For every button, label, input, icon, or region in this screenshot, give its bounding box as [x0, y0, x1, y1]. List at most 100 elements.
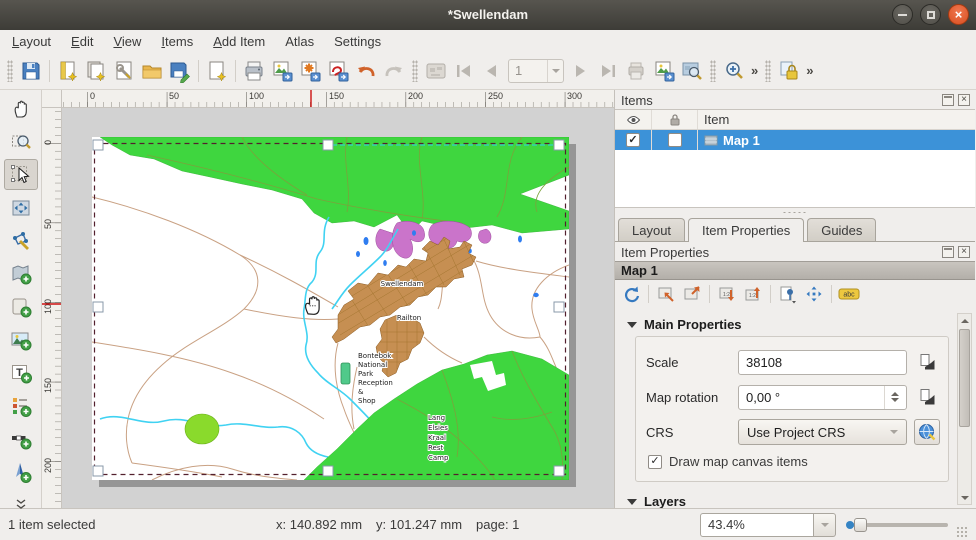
- toolbox-more-chevron[interactable]: [4, 489, 38, 520]
- rotation-data-defined-button[interactable]: [914, 384, 940, 410]
- view-extent-in-canvas-button[interactable]: [680, 282, 704, 306]
- add-legend-tool-button[interactable]: [4, 390, 38, 421]
- select-move-item-tool-button[interactable]: [4, 159, 38, 190]
- toolbar-grip[interactable]: [7, 60, 13, 82]
- handle-bottom-mid[interactable]: [323, 466, 333, 476]
- section-layers[interactable]: Layers: [627, 494, 951, 508]
- menu-layout[interactable]: Layout: [2, 32, 61, 51]
- new-layout-button[interactable]: [54, 57, 82, 85]
- handle-top-mid[interactable]: [323, 140, 333, 150]
- add-north-arrow-tool-button[interactable]: [4, 456, 38, 487]
- print-button[interactable]: [240, 57, 268, 85]
- export-pdf-button[interactable]: [324, 57, 352, 85]
- handle-top-left[interactable]: [93, 140, 103, 150]
- map-item[interactable]: Swellendam Railton Bontebok National Par…: [92, 137, 569, 480]
- zoom-level-dropdown[interactable]: [814, 513, 836, 537]
- lock-layers-button[interactable]: [775, 57, 803, 85]
- previous-feature-button[interactable]: [478, 57, 506, 85]
- dock-splitter[interactable]: [615, 208, 975, 216]
- close-button[interactable]: ×: [948, 4, 969, 25]
- move-item-content-tool-button[interactable]: [4, 192, 38, 223]
- toolbar-grip[interactable]: [765, 60, 771, 82]
- toolbar-grip[interactable]: [710, 60, 716, 82]
- zoom-level-value[interactable]: 43.4%: [700, 513, 814, 537]
- zoom-level-combo[interactable]: 43.4%: [700, 513, 836, 537]
- visibility-checkbox[interactable]: ✓: [626, 133, 640, 147]
- menu-settings[interactable]: Settings: [324, 32, 391, 51]
- toolbar-overflow[interactable]: »: [803, 63, 816, 78]
- menu-atlas[interactable]: Atlas: [275, 32, 324, 51]
- refresh-button[interactable]: [619, 282, 643, 306]
- move-content-button[interactable]: [802, 282, 826, 306]
- items-panel-close-button[interactable]: ×: [958, 94, 970, 106]
- atlas-settings-button[interactable]: [678, 57, 706, 85]
- item-properties-scroll-area[interactable]: Main Properties Scale 38108 Map rotation…: [615, 307, 975, 508]
- save-project-button[interactable]: [17, 57, 45, 85]
- menu-add-item[interactable]: Add Item: [203, 32, 275, 51]
- add-label-tool-button[interactable]: T: [4, 357, 38, 388]
- preview-atlas-button[interactable]: [422, 57, 450, 85]
- add-pages-button[interactable]: [203, 57, 231, 85]
- load-template-button[interactable]: [138, 57, 166, 85]
- lock-checkbox[interactable]: [668, 133, 682, 147]
- crs-select-button[interactable]: [914, 419, 940, 445]
- add-map-tool-button[interactable]: [4, 258, 38, 289]
- layout-page[interactable]: Swellendam Railton Bontebok National Par…: [92, 137, 569, 480]
- items-table-row-map1[interactable]: ✓ Map 1: [615, 130, 975, 150]
- first-feature-button[interactable]: [450, 57, 478, 85]
- redo-button[interactable]: [380, 57, 408, 85]
- add-scalebar-tool-button[interactable]: [4, 423, 38, 454]
- pan-tool-button[interactable]: [4, 93, 38, 124]
- handle-mid-left[interactable]: [93, 302, 103, 312]
- handle-top-right[interactable]: [554, 140, 564, 150]
- zoom-slider-knob[interactable]: [854, 518, 867, 532]
- rotation-spinner[interactable]: [884, 386, 899, 409]
- save-template-button[interactable]: [166, 57, 194, 85]
- edit-nodes-tool-button[interactable]: [4, 225, 38, 256]
- zoom-in-button[interactable]: [720, 57, 748, 85]
- view-scale-button[interactable]: 1:2: [741, 282, 765, 306]
- menu-items[interactable]: Items: [151, 32, 203, 51]
- draw-canvas-items-row[interactable]: ✓ Draw map canvas items: [648, 454, 940, 469]
- zoom-tool-button[interactable]: [4, 126, 38, 157]
- layout-viewport[interactable]: Swellendam Railton Bontebok National Par…: [62, 108, 614, 508]
- window-resize-grip[interactable]: [956, 526, 968, 538]
- tab-item-properties[interactable]: Item Properties: [688, 218, 804, 242]
- atlas-page-dropdown[interactable]: [547, 60, 563, 82]
- atlas-page-combo[interactable]: 1: [508, 59, 564, 83]
- properties-scrollbar[interactable]: [957, 313, 972, 505]
- last-feature-button[interactable]: [594, 57, 622, 85]
- export-svg-button[interactable]: [296, 57, 324, 85]
- interactive-extent-button[interactable]: [776, 282, 800, 306]
- tab-guides[interactable]: Guides: [807, 218, 876, 241]
- export-atlas-button[interactable]: [650, 57, 678, 85]
- scrollbar-thumb[interactable]: [959, 329, 970, 427]
- zoom-slider[interactable]: [844, 515, 948, 535]
- scale-data-defined-button[interactable]: [914, 349, 940, 375]
- export-image-button[interactable]: [268, 57, 296, 85]
- next-feature-button[interactable]: [566, 57, 594, 85]
- scroll-up-arrow[interactable]: [958, 314, 971, 327]
- section-main-properties[interactable]: Main Properties: [627, 317, 951, 332]
- menu-edit[interactable]: Edit: [61, 32, 103, 51]
- tab-layout[interactable]: Layout: [618, 218, 685, 241]
- minimize-button[interactable]: [892, 4, 913, 25]
- layout-manager-button[interactable]: [110, 57, 138, 85]
- scale-input[interactable]: 38108: [738, 350, 907, 375]
- print-atlas-button[interactable]: [622, 57, 650, 85]
- draw-canvas-items-checkbox[interactable]: ✓: [648, 455, 662, 469]
- maximize-button[interactable]: [920, 4, 941, 25]
- add-picture-tool-button[interactable]: [4, 324, 38, 355]
- toolbar-grip[interactable]: [412, 60, 418, 82]
- item-properties-close-button[interactable]: ×: [958, 246, 970, 258]
- labels-button[interactable]: abc: [837, 282, 861, 306]
- items-panel-float-button[interactable]: [942, 94, 954, 106]
- crs-combo[interactable]: Use Project CRS: [738, 419, 907, 445]
- set-map-scale-button[interactable]: 1:2: [715, 282, 739, 306]
- menu-view[interactable]: View: [103, 32, 151, 51]
- handle-mid-right[interactable]: [554, 302, 564, 312]
- set-map-extent-button[interactable]: [654, 282, 678, 306]
- handle-bottom-right[interactable]: [554, 466, 564, 476]
- item-properties-float-button[interactable]: [942, 246, 954, 258]
- rotation-input[interactable]: 0,00 °: [738, 385, 907, 410]
